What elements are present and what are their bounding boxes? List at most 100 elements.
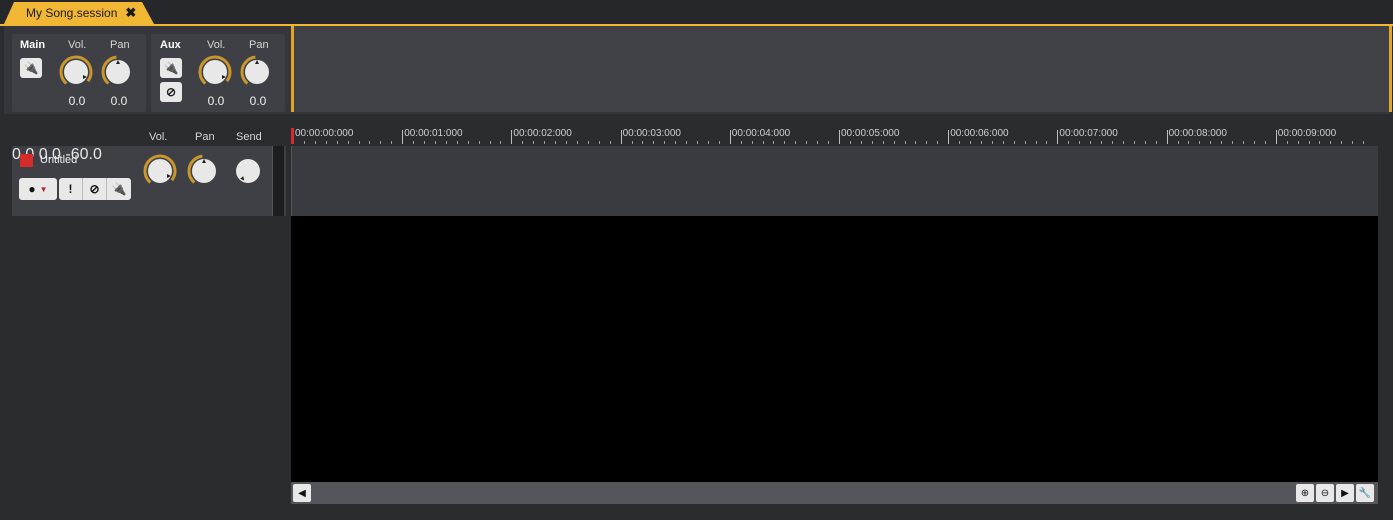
track-pan-knob[interactable] (187, 154, 221, 188)
ruler-minor-tick (1144, 141, 1146, 144)
ruler-minor-tick (358, 141, 360, 144)
ruler-minor-tick (478, 141, 480, 144)
ruler-minor-tick (1101, 141, 1103, 144)
ruler-minor-tick (915, 141, 917, 144)
loop-end-marker[interactable] (1389, 26, 1392, 112)
ruler-major-tick (511, 130, 513, 144)
aux-mute-button[interactable]: ⊘ (160, 82, 182, 102)
ruler-time-label: 00:00:08:000 (1168, 128, 1227, 139)
ruler-time-label: 00:00:07:000 (1059, 128, 1118, 139)
ruler-minor-tick (380, 141, 382, 144)
ruler-time-label: 00:00:00:000 (295, 128, 354, 139)
ruler-minor-tick (467, 141, 469, 144)
ruler-minor-tick (751, 141, 753, 144)
ruler-minor-tick (434, 141, 436, 144)
ruler-time-label: 00:00:05:000 (841, 128, 900, 139)
main-pan-knob[interactable] (101, 55, 135, 89)
ruler-minor-tick (664, 141, 666, 144)
ruler-minor-tick (391, 141, 393, 144)
mute-icon: ⊘ (89, 182, 100, 196)
ruler-minor-tick (369, 141, 371, 144)
ruler-minor-tick (1013, 141, 1015, 144)
ruler-minor-tick (424, 141, 426, 144)
ruler-minor-tick (1122, 141, 1124, 144)
main-plug-button[interactable]: 🔌 (20, 58, 42, 78)
ruler-minor-tick (544, 141, 546, 144)
master-timeline-lane[interactable] (291, 26, 1390, 112)
aux-pan-label: Pan (249, 39, 269, 51)
ruler-minor-tick (675, 141, 677, 144)
ruler-minor-tick (653, 141, 655, 144)
track-vol-knob[interactable] (143, 154, 177, 188)
ruler-minor-tick (1221, 141, 1223, 144)
ruler-major-tick (948, 130, 950, 144)
ruler-minor-tick (860, 141, 862, 144)
ruler-minor-tick (642, 141, 644, 144)
arrangement-empty-area[interactable] (291, 216, 1378, 482)
plug-icon: 🔌 (163, 61, 179, 75)
ruler-minor-tick (1253, 141, 1255, 144)
ruler-minor-tick (1112, 141, 1113, 144)
ruler-minor-tick (991, 141, 993, 144)
track-strip[interactable]: Untitled ● ▼ ! ⊘ 🔌 0.0 0.0 -60.0 (12, 146, 286, 216)
solo-button[interactable]: ! (59, 178, 83, 200)
playhead-marker[interactable] (291, 128, 294, 144)
aux-plug-button[interactable]: 🔌 (160, 58, 182, 78)
main-vol-knob[interactable] (59, 55, 93, 89)
ruler-minor-tick (1046, 141, 1048, 144)
time-ruler[interactable]: 00:00:00:000 00:00:01:000 00:00:02:000 00:0… (291, 128, 1378, 146)
track-color-swatch[interactable] (20, 154, 33, 167)
ruler-minor-tick (1308, 141, 1310, 144)
horizontal-scrollbar[interactable]: ◀ ⊕ ⊖ ▶ 🔧 (291, 482, 1378, 504)
zoom-out-button[interactable]: ⊖ (1316, 484, 1334, 502)
ruler-minor-tick (1188, 141, 1190, 144)
aux-vol-value: 0.0 (207, 94, 225, 108)
ruler-minor-tick (325, 141, 327, 144)
ruler-minor-tick (1210, 141, 1212, 144)
ruler-major-tick (620, 130, 622, 144)
track-name[interactable]: Untitled (40, 154, 77, 166)
play-button[interactable]: ▶ (1336, 484, 1354, 502)
ruler-major-tick (729, 130, 731, 144)
aux-vol-label: Vol. (207, 39, 226, 51)
ruler-minor-tick (937, 141, 939, 144)
track-lane[interactable] (291, 146, 1378, 216)
track-vol-header: Vol. (149, 131, 168, 143)
aux-vol-knob[interactable] (198, 55, 232, 89)
ruler-minor-tick (1155, 141, 1157, 144)
ruler-minor-tick (631, 141, 633, 144)
ruler-minor-tick (1177, 141, 1179, 144)
ruler-minor-tick (828, 141, 830, 144)
tab-session[interactable]: My Song.session ✖ (4, 2, 154, 24)
scroll-left-button[interactable]: ◀ (293, 484, 311, 502)
ruler-minor-tick (489, 141, 491, 144)
close-icon[interactable]: ✖ (125, 5, 136, 21)
ruler-minor-tick (980, 141, 982, 144)
record-button[interactable]: ● ▼ (19, 178, 57, 200)
tool-button[interactable]: 🔧 (1356, 484, 1374, 502)
ruler-minor-tick (336, 141, 338, 144)
aux-pan-knob[interactable] (240, 55, 274, 89)
wrench-icon: 🔧 (1358, 487, 1372, 499)
ruler-minor-tick (959, 141, 961, 144)
track-send-knob[interactable] (231, 154, 265, 188)
ruler-minor-tick (413, 141, 415, 144)
main-title: Main (20, 39, 46, 51)
ruler-minor-tick (795, 141, 797, 144)
ruler-minor-tick (849, 141, 851, 144)
mute-button[interactable]: ⊘ (83, 178, 107, 200)
loop-start-marker[interactable] (291, 26, 294, 112)
main-pan-label: Pan (110, 39, 130, 51)
ruler-time-label: 00:00:04:000 (731, 128, 791, 139)
ruler-time-label: 00:00:09:000 (1277, 128, 1337, 139)
ruler-minor-tick (773, 141, 775, 144)
plug-button[interactable]: 🔌 (107, 178, 131, 200)
track-button-group: ! ⊘ 🔌 (59, 178, 131, 200)
ruler-minor-tick (1319, 141, 1321, 144)
ruler-minor-tick (598, 141, 600, 144)
play-icon: ▶ (1341, 487, 1349, 499)
ruler-minor-tick (1024, 141, 1026, 144)
ruler-minor-tick (555, 141, 557, 144)
ruler-minor-tick (817, 141, 819, 144)
zoom-in-button[interactable]: ⊕ (1296, 484, 1314, 502)
